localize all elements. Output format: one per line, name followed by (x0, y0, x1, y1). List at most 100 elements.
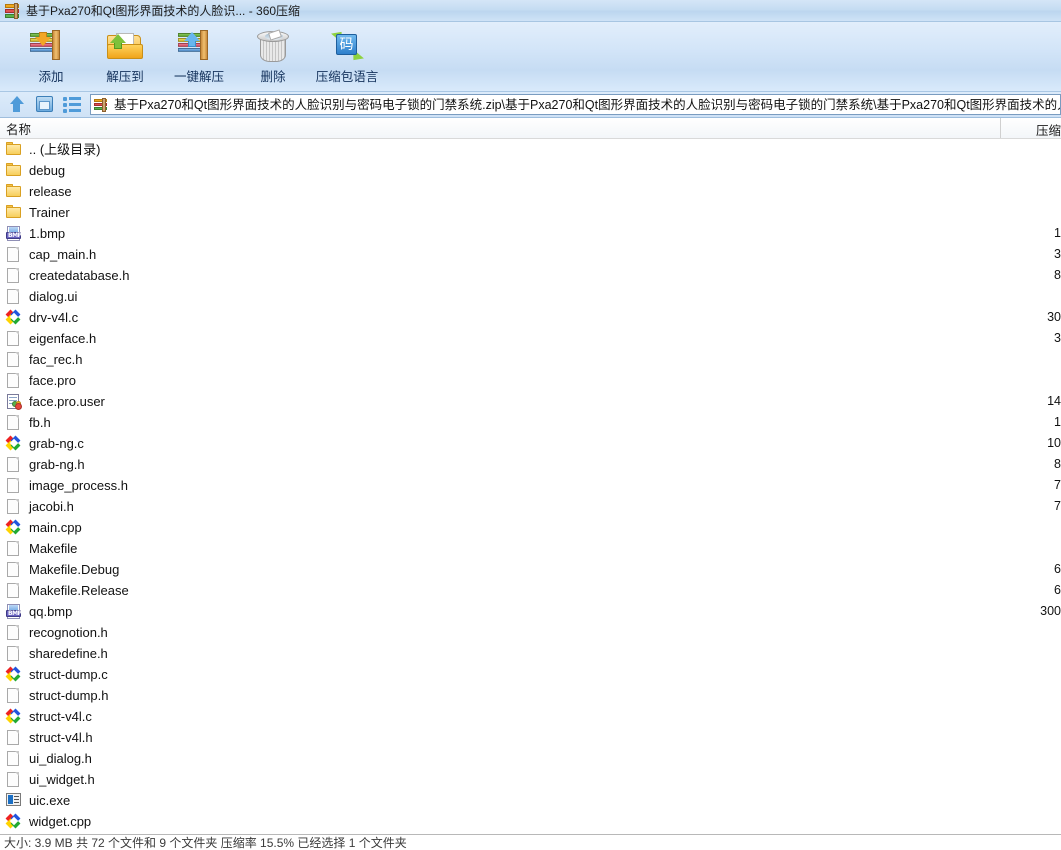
file-size: 14 (1047, 394, 1061, 408)
archive-language-button-label: 压缩包语言 (315, 70, 379, 84)
file-row[interactable]: BMP 1.bmp 1 (0, 223, 1061, 244)
file-name: debug (29, 162, 66, 178)
text-file-icon (6, 246, 23, 263)
file-row[interactable]: grab-ng.c 10 (0, 433, 1061, 454)
file-name: face.pro.user (29, 393, 105, 409)
extract-to-button[interactable]: 解压到 (88, 25, 162, 89)
file-row[interactable]: Makefile.Debug 6 (0, 559, 1061, 580)
column-header-size[interactable]: 压缩 (1036, 120, 1061, 139)
text-file-icon (6, 456, 23, 473)
file-name: widget.cpp (29, 813, 92, 829)
app-window: 基于Pxa270和Qt图形界面技术的人脸识... - 360压缩 添加 解压到 … (0, 0, 1061, 850)
file-name: face.pro (29, 372, 76, 388)
file-name: struct-v4l.h (29, 729, 93, 745)
file-row[interactable]: drv-v4l.c 30 (0, 307, 1061, 328)
file-size: 3 (1054, 331, 1061, 345)
file-row[interactable]: .. (上级目录) (0, 139, 1061, 160)
executable-file-icon (6, 792, 23, 809)
file-name: main.cpp (29, 519, 82, 535)
file-row[interactable]: image_process.h 7 (0, 475, 1061, 496)
address-bar: 基于Pxa270和Qt图形界面技术的人脸识别与密码电子锁的门禁系统.zip\基于… (0, 92, 1061, 118)
file-name: 1.bmp (29, 225, 66, 241)
folder-icon (6, 183, 23, 200)
file-row[interactable]: ui_widget.h (0, 769, 1061, 790)
status-text: 大小: 3.9 MB 共 72 个文件和 9 个文件夹 压缩率 15.5% 已经… (4, 835, 407, 850)
extract-to-folder-icon (104, 27, 146, 67)
column-header-name[interactable]: 名称 (0, 119, 31, 138)
file-row[interactable]: dialog.ui (0, 286, 1061, 307)
file-name: fb.h (29, 414, 51, 430)
text-file-icon (6, 729, 23, 746)
text-file-icon (6, 351, 23, 368)
file-row[interactable]: cap_main.h 3 (0, 244, 1061, 265)
add-button[interactable]: 添加 (14, 25, 88, 89)
file-name: grab-ng.h (29, 456, 85, 472)
delete-button[interactable]: 删除 (236, 25, 310, 89)
file-row[interactable]: fb.h 1 (0, 412, 1061, 433)
delete-button-label: 删除 (260, 70, 286, 84)
source-file-icon (5, 708, 23, 725)
window-title: 基于Pxa270和Qt图形界面技术的人脸识... - 360压缩 (26, 3, 301, 18)
trash-icon (252, 27, 294, 67)
file-size: 1 (1054, 226, 1061, 240)
file-size: 6 (1054, 583, 1061, 597)
file-row[interactable]: Makefile (0, 538, 1061, 559)
file-row[interactable]: struct-dump.c (0, 664, 1061, 685)
archive-language-button[interactable]: 码 压缩包语言 (310, 25, 384, 89)
file-name: release (29, 183, 72, 199)
file-row[interactable]: jacobi.h 7 (0, 496, 1061, 517)
file-row[interactable]: struct-v4l.c (0, 706, 1061, 727)
file-row[interactable]: Makefile.Release 6 (0, 580, 1061, 601)
file-name: drv-v4l.c (29, 309, 79, 325)
text-file-icon (6, 750, 23, 767)
address-input[interactable]: 基于Pxa270和Qt图形界面技术的人脸识别与密码电子锁的门禁系统.zip\基于… (90, 94, 1061, 115)
file-row[interactable]: fac_rec.h (0, 349, 1061, 370)
text-file-icon (6, 561, 23, 578)
file-row[interactable]: uic.exe (0, 790, 1061, 811)
file-size: 10 (1047, 436, 1061, 450)
archive-language-icon: 码 (326, 27, 368, 67)
list-mode-button[interactable] (62, 95, 84, 115)
file-row[interactable]: release (0, 181, 1061, 202)
file-row[interactable]: struct-dump.h (0, 685, 1061, 706)
file-row[interactable]: ui_dialog.h (0, 748, 1061, 769)
file-row[interactable]: struct-v4l.h (0, 727, 1061, 748)
file-row[interactable]: widget.cpp (0, 811, 1061, 832)
text-file-icon (6, 624, 23, 641)
up-level-button[interactable] (6, 95, 28, 115)
file-name: image_process.h (29, 477, 128, 493)
file-name: uic.exe (29, 792, 71, 808)
source-file-icon (5, 435, 23, 452)
file-row[interactable]: Trainer (0, 202, 1061, 223)
text-file-icon (6, 267, 23, 284)
file-row[interactable]: grab-ng.h 8 (0, 454, 1061, 475)
file-row[interactable]: eigenface.h 3 (0, 328, 1061, 349)
file-name: Makefile.Release (29, 582, 129, 598)
column-divider[interactable] (1000, 118, 1001, 138)
file-name: ui_dialog.h (29, 750, 92, 766)
file-size: 7 (1054, 499, 1061, 513)
file-row[interactable]: sharedefine.h (0, 643, 1061, 664)
one-click-extract-button[interactable]: 一键解压 (162, 25, 236, 89)
file-size: 6 (1054, 562, 1061, 576)
file-size: 1 (1054, 415, 1061, 429)
file-row[interactable]: BMP qq.bmp 300 (0, 601, 1061, 622)
file-name: cap_main.h (29, 246, 97, 262)
file-row[interactable]: recognotion.h (0, 622, 1061, 643)
file-name: eigenface.h (29, 330, 97, 346)
file-name: qq.bmp (29, 603, 73, 619)
file-name: struct-dump.c (29, 666, 108, 682)
file-name: createdatabase.h (29, 267, 130, 283)
view-mode-button[interactable] (34, 95, 56, 115)
file-name: recognotion.h (29, 624, 108, 640)
file-name: jacobi.h (29, 498, 74, 514)
file-name: sharedefine.h (29, 645, 108, 661)
file-row[interactable]: face.pro.user 14 (0, 391, 1061, 412)
file-list[interactable]: .. (上级目录) debug release Trainer BMP 1.bmp 1 cap… (0, 139, 1061, 834)
file-name: Makefile (29, 540, 78, 556)
file-row[interactable]: debug (0, 160, 1061, 181)
file-row[interactable]: createdatabase.h 8 (0, 265, 1061, 286)
file-row[interactable]: main.cpp (0, 517, 1061, 538)
file-row[interactable]: face.pro (0, 370, 1061, 391)
text-file-icon (6, 498, 23, 515)
